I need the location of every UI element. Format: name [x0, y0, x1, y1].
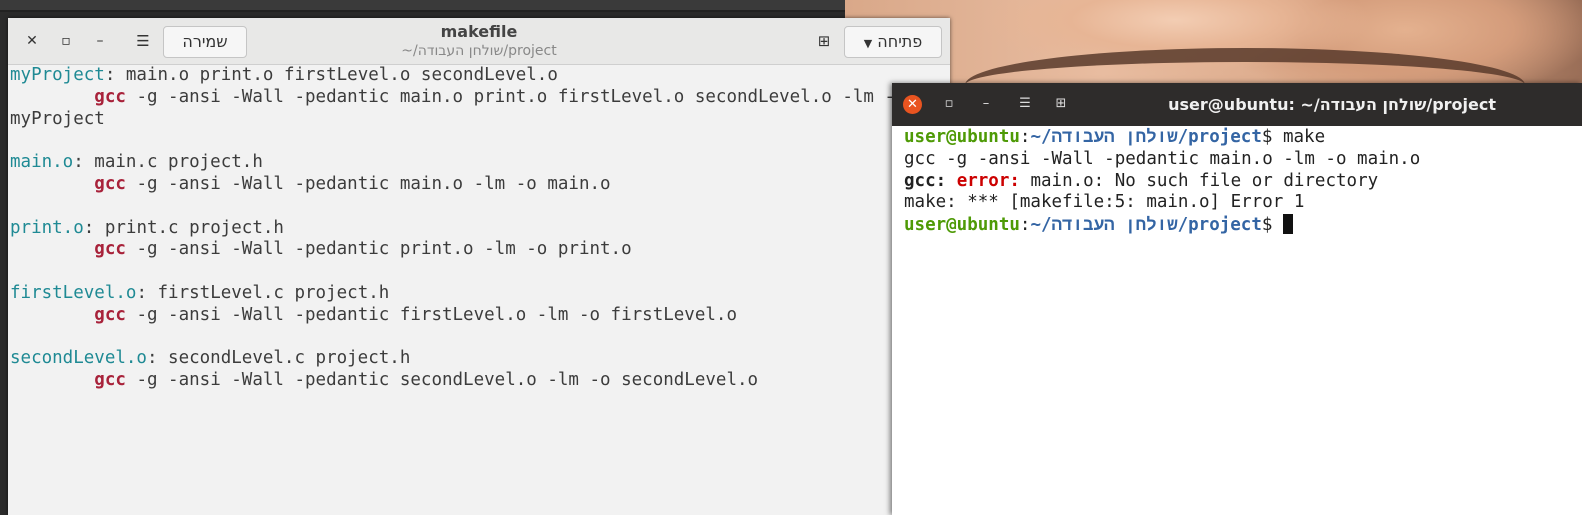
- editor-line: print.o: print.c project.h: [8, 218, 950, 240]
- line-text: myProject: [10, 108, 105, 129]
- open-button-label: פתיחה: [877, 32, 923, 51]
- chevron-down-icon: ▼: [863, 37, 873, 50]
- new-tab-icon[interactable]: ⊞: [815, 32, 833, 50]
- make-target: print.o: [10, 217, 84, 238]
- line-text: : print.c project.h: [83, 217, 284, 238]
- line-text: : main.c project.h: [73, 152, 263, 173]
- command-text: make: [1282, 127, 1326, 147]
- editor-line: gcc -g -ansi -Wall -pedantic firstLevel.…: [8, 305, 950, 327]
- prompt-path: ~/שולחן העבודה/project: [1030, 127, 1262, 147]
- terminal-window: ✕ ▫ – ☰ ⊞ user@ubuntu: ~/שולחן העבודה/pr…: [892, 83, 1582, 515]
- top-panel-divider: [0, 10, 845, 12]
- terminal-line: user@ubuntu:~/שולחן העבודה/project$: [904, 214, 1582, 236]
- command-keyword: gcc: [94, 173, 126, 194]
- editor-text-area[interactable]: myProject: main.o print.o firstLevel.o s…: [8, 65, 950, 515]
- text-editor-window: ✕ ▫ – ☰ שמירה makefile ~/שולחן העבודה/pr…: [8, 18, 950, 515]
- line-text: -g -ansi -Wall -pedantic secondLevel.o -…: [125, 370, 759, 391]
- terminal-output[interactable]: user@ubuntu:~/שולחן העבודה/project$ make…: [892, 127, 1582, 515]
- open-button[interactable]: ▼ פתיחה: [844, 26, 942, 58]
- prompt-colon: :: [1019, 215, 1031, 236]
- line-text: -g -ansi -Wall -pedantic print.o -lm -o …: [125, 239, 632, 260]
- close-icon[interactable]: ✕: [903, 95, 922, 114]
- editor-line: gcc -g -ansi -Wall -pedantic main.o prin…: [8, 87, 950, 109]
- editor-subtitle: ~/שולחן העבודה/project: [401, 43, 557, 59]
- line-text: : main.o print.o firstLevel.o secondLeve…: [104, 65, 558, 85]
- terminal-line: make: *** [makefile:5: main.o] Error 1: [904, 192, 1305, 213]
- command-keyword: gcc: [94, 239, 126, 260]
- command-keyword: gcc: [94, 304, 126, 325]
- editor-line: myProject: [8, 109, 950, 131]
- prompt-user: user@ubuntu: [904, 215, 1020, 236]
- editor-line: gcc -g -ansi -Wall -pedantic print.o -lm…: [8, 239, 950, 261]
- line-text: : firstLevel.c project.h: [136, 282, 390, 303]
- prompt-colon: :: [1019, 127, 1031, 147]
- make-target: main.o: [10, 152, 74, 173]
- terminal-line: user@ubuntu:~/שולחן העבודה/project$ make: [904, 127, 1582, 149]
- terminal-line: gcc: error: main.o: No such file or dire…: [904, 171, 1582, 193]
- make-target: myProject: [10, 65, 105, 85]
- terminal-cursor: [1282, 214, 1293, 235]
- line-text: -g -ansi -Wall -pedantic firstLevel.o -l…: [125, 304, 737, 325]
- desktop-wallpaper-photo: [845, 0, 1582, 86]
- line-text: -g -ansi -Wall -pedantic main.o print.o …: [125, 86, 906, 107]
- prompt-symbol: $: [1261, 215, 1283, 236]
- terminal-headerbar: ✕ ▫ – ☰ ⊞ user@ubuntu: ~/שולחן העבודה/pr…: [892, 83, 1582, 126]
- command-keyword: gcc: [94, 86, 126, 107]
- editor-line: gcc -g -ansi -Wall -pedantic secondLevel…: [8, 370, 950, 392]
- editor-line: main.o: main.c project.h: [8, 152, 950, 174]
- command-keyword: gcc: [94, 370, 126, 391]
- editor-line: myProject: main.o print.o firstLevel.o s…: [8, 65, 950, 87]
- error-label: error:: [946, 170, 1020, 191]
- editor-title: makefile: [440, 22, 518, 41]
- make-target: firstLevel.o: [10, 282, 137, 303]
- error-program: gcc:: [904, 170, 947, 191]
- maximize-icon[interactable]: ▫: [940, 95, 958, 113]
- make-target: secondLevel.o: [10, 348, 147, 369]
- prompt-user: user@ubuntu: [904, 127, 1020, 147]
- prompt-symbol: $: [1261, 127, 1283, 147]
- prompt-path: ~/שולחן העבודה/project: [1030, 215, 1262, 236]
- editor-line: gcc -g -ansi -Wall -pedantic main.o -lm …: [8, 174, 950, 196]
- line-text: -g -ansi -Wall -pedantic main.o -lm -o m…: [125, 173, 611, 194]
- error-message: main.o: No such file or directory: [1019, 170, 1379, 191]
- terminal-line: gcc -g -ansi -Wall -pedantic main.o -lm …: [904, 148, 1421, 169]
- line-text: : secondLevel.c project.h: [146, 348, 411, 369]
- editor-headerbar: ✕ ▫ – ☰ שמירה makefile ~/שולחן העבודה/pr…: [8, 18, 950, 65]
- editor-line: firstLevel.o: firstLevel.c project.h: [8, 283, 950, 305]
- editor-line: secondLevel.o: secondLevel.c project.h: [8, 348, 950, 370]
- terminal-title: user@ubuntu: ~/שולחן העבודה/project: [1168, 95, 1496, 114]
